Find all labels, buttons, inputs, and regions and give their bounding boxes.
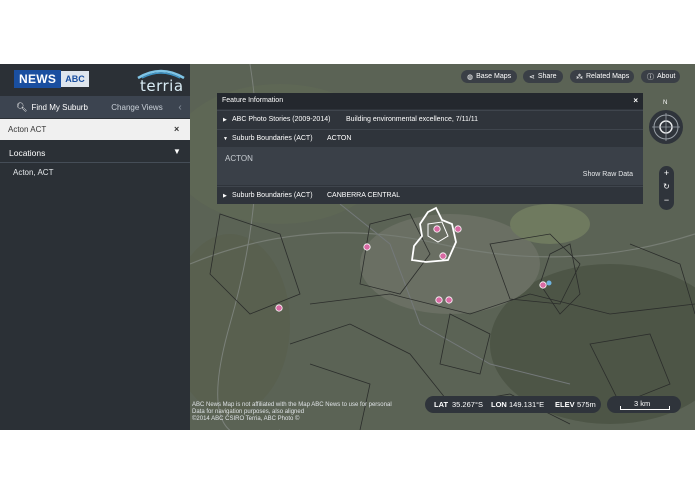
show-raw-data-link[interactable]: Show Raw Data	[583, 171, 633, 178]
collapse-chevron-icon[interactable]: ‹	[174, 96, 186, 118]
compass-icon	[652, 113, 680, 141]
feature-row-canberra-central[interactable]: ▶ Suburb Boundaries (ACT) CANBERRA CENTR…	[217, 186, 643, 205]
news-logo-text: NEWS	[14, 70, 62, 88]
zoom-out-button[interactable]: −	[659, 195, 674, 205]
expand-arrow-icon: ▶	[223, 117, 227, 123]
attribution-line: ©2014 ABC CSIRO Terria, ABC Photo ©	[192, 416, 300, 422]
terria-logo-text: terria	[140, 77, 184, 95]
base-maps-label: Base Maps	[476, 73, 512, 80]
terria-logo[interactable]: terria	[136, 66, 186, 96]
abc-news-logo[interactable]: NEWS ABC	[14, 70, 89, 88]
story-marker[interactable]	[275, 304, 283, 312]
tab-find-label: Find My Suburb	[31, 102, 88, 112]
zoom-controls: + ↻ −	[659, 166, 674, 210]
story-marker[interactable]	[433, 225, 441, 233]
feature-info-header: Feature Information ×	[217, 93, 643, 109]
compass-control[interactable]	[649, 110, 683, 144]
info-icon: ⓘ	[647, 73, 654, 81]
expand-arrow-icon: ▶	[223, 193, 227, 199]
collapse-arrow-icon: ▼	[223, 136, 228, 142]
sidebar-tabs: 🔍︎ Find My Suburb Change Views ‹	[0, 96, 190, 118]
tab-change-views[interactable]: Change Views	[102, 96, 172, 118]
brand-bar: NEWS ABC terria	[0, 64, 190, 96]
map-view[interactable]: ◍ Base Maps ⋖ Share ⁂ Related Maps ⓘ Abo…	[190, 64, 695, 430]
close-feature-info-button[interactable]: ×	[633, 96, 638, 105]
share-icon: ⋖	[529, 73, 535, 81]
story-marker[interactable]	[539, 281, 547, 289]
locations-label: Locations	[9, 148, 46, 158]
lat-label: LAT	[434, 400, 449, 409]
story-marker[interactable]	[439, 252, 447, 260]
lon-label: LON	[491, 400, 507, 409]
elev-value: 575m	[577, 400, 596, 409]
feature-row-name: ABC Photo Stories (2009-2014)	[232, 116, 331, 123]
globe-icon: ◍	[467, 73, 474, 81]
feature-row-value: Building environmental excellence, 7/11/…	[346, 116, 479, 123]
story-marker[interactable]	[445, 296, 453, 304]
feature-info-title: Feature Information	[222, 97, 284, 104]
about-button[interactable]: ⓘ About	[641, 70, 680, 83]
feature-row-value: CANBERRA CENTRAL	[327, 192, 401, 199]
abc-logo-mark: ABC	[61, 71, 89, 87]
north-label: N	[663, 100, 668, 106]
feature-row-name: Suburb Boundaries (ACT)	[232, 192, 313, 199]
base-maps-button[interactable]: ◍ Base Maps	[461, 70, 517, 83]
zoom-in-button[interactable]: +	[659, 168, 674, 178]
story-marker[interactable]	[454, 225, 462, 233]
suburb-search-field[interactable]: Acton ACT ×	[0, 119, 190, 140]
story-marker[interactable]	[546, 280, 552, 286]
story-marker[interactable]	[363, 243, 371, 251]
related-maps-button[interactable]: ⁂ Related Maps	[570, 70, 634, 83]
elev-label: ELEV	[555, 400, 575, 409]
story-marker[interactable]	[435, 296, 443, 304]
feature-row-name: Suburb Boundaries (ACT)	[232, 135, 313, 142]
location-readout: LAT 35.267°S LON 149.131°E ELEV 575m	[425, 396, 601, 413]
sitemap-icon: ⁂	[576, 73, 583, 81]
app: NEWS ABC terria 🔍︎ Find My Suburb Change…	[0, 64, 695, 430]
feature-row-value: ACTON	[327, 135, 352, 142]
reset-view-button[interactable]: ↻	[659, 182, 674, 191]
about-label: About	[657, 73, 676, 80]
search-input-value[interactable]: Acton ACT	[8, 125, 46, 134]
feature-subtitle: ACTON	[225, 154, 253, 163]
caret-down-icon: ▼	[173, 147, 181, 156]
scale-bar	[620, 406, 670, 410]
lat-value: 35.267°S	[452, 400, 483, 409]
lon-value: 149.131°E	[509, 400, 545, 409]
map-attribution: ABC News Map is not affiliated with the …	[192, 402, 392, 423]
tab-find-my-suburb[interactable]: 🔍︎ Find My Suburb	[0, 96, 98, 118]
locations-header[interactable]: Locations ▼	[0, 142, 190, 163]
clear-search-button[interactable]: ×	[174, 124, 179, 134]
attribution-line: Data for navigation purposes, also align…	[192, 409, 305, 415]
feature-row-photo-stories[interactable]: ▶ ABC Photo Stories (2009-2014) Building…	[217, 110, 643, 129]
share-button[interactable]: ⋖ Share	[523, 70, 563, 83]
location-item[interactable]: Acton, ACT	[13, 168, 53, 177]
share-label: Share	[537, 73, 557, 80]
feature-row-acton[interactable]: ▼ Suburb Boundaries (ACT) ACTON	[217, 129, 643, 148]
sidebar: NEWS ABC terria 🔍︎ Find My Suburb Change…	[0, 64, 190, 430]
attribution-line: ABC News Map is not affiliated with the …	[192, 402, 392, 408]
distance-scale: 3 km	[607, 396, 681, 413]
related-maps-label: Related Maps	[586, 73, 630, 80]
feature-row-body: ACTON Show Raw Data	[217, 147, 643, 185]
feature-info-panel: Feature Information × ▶ ABC Photo Storie…	[217, 93, 643, 204]
search-icon: 🔍︎	[16, 101, 28, 112]
